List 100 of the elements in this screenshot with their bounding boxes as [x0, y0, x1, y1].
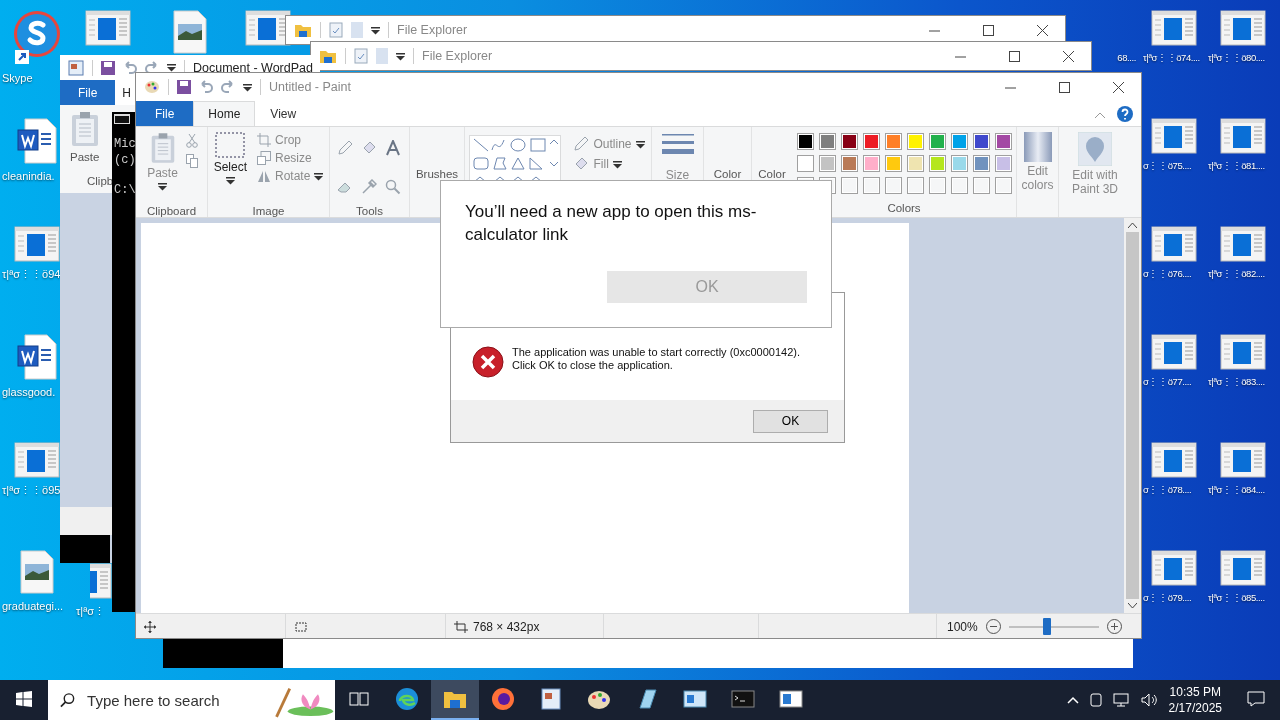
zoom-in-icon[interactable] [1106, 619, 1122, 634]
document-icon[interactable] [1151, 10, 1197, 46]
document-icon[interactable] [1151, 334, 1197, 370]
word-document-icon[interactable] [17, 334, 57, 380]
word-document-icon[interactable] [17, 118, 57, 164]
color-swatch[interactable] [928, 133, 946, 150]
color-1-button[interactable]: Color [713, 168, 742, 180]
desktop-icon-label[interactable]: σ⋮⋮ö78.... [1143, 484, 1192, 495]
desktop-icon-label[interactable]: τ|ªσ⋮⋮ö85.... [1208, 592, 1265, 603]
dropdown-caret-icon[interactable] [314, 171, 324, 181]
skype-icon[interactable] [13, 10, 61, 66]
color-swatch[interactable] [994, 155, 1012, 172]
color-swatch[interactable] [796, 133, 814, 150]
empty-swatch[interactable] [928, 177, 946, 194]
desktop-icon-label[interactable]: τ|ªσ⋮⋮ö84.... [1208, 484, 1265, 495]
document-icon[interactable] [1151, 118, 1197, 154]
document-icon[interactable] [1220, 442, 1266, 478]
notepad-icon[interactable] [636, 688, 658, 710]
document-icon[interactable] [1220, 118, 1266, 154]
save-icon[interactable] [177, 80, 191, 94]
document-icon[interactable] [1220, 334, 1266, 370]
desktop-icon-label[interactable]: τ|ªσ⋮⋮ö80.... [1208, 52, 1265, 63]
color-swatch[interactable] [818, 133, 836, 150]
empty-swatch[interactable] [994, 177, 1012, 194]
image-file-icon[interactable] [20, 550, 54, 594]
document-icon[interactable] [14, 226, 60, 262]
color-swatch[interactable] [928, 155, 946, 172]
dropdown-caret-icon[interactable] [167, 63, 176, 72]
desktop-icon-label[interactable]: σ⋮⋮ö76.... [1143, 268, 1192, 279]
color-2-button[interactable]: Color [758, 168, 786, 180]
chevron-up-icon[interactable] [1066, 696, 1079, 704]
empty-swatch[interactable] [840, 177, 858, 194]
zoom-out-icon[interactable] [985, 619, 1001, 634]
scroll-down-icon[interactable] [1128, 603, 1137, 609]
check-document-icon[interactable] [354, 48, 368, 64]
firefox-icon[interactable] [491, 687, 515, 711]
help-icon[interactable] [1117, 106, 1133, 122]
document-icon[interactable] [245, 10, 291, 46]
desktop-icon-label[interactable]: τ|ªσ⋮⋮ö74.... [1143, 52, 1200, 63]
paste-button[interactable]: Paste [70, 151, 100, 163]
desktop-icon-label[interactable]: σ⋮⋮ö77.... [1143, 376, 1192, 387]
desktop-icon-label[interactable]: σ⋮⋮ö79.... [1143, 592, 1192, 603]
color-picker-icon[interactable] [360, 178, 377, 195]
color-swatch[interactable] [950, 155, 968, 172]
file-tab[interactable]: File [136, 101, 194, 126]
copy-icon[interactable] [185, 154, 198, 168]
ribbon-tab[interactable]: Home [193, 101, 256, 126]
ok-button[interactable]: OK [753, 409, 828, 433]
document-icon[interactable] [1151, 226, 1197, 262]
color-swatch[interactable] [862, 155, 880, 172]
pencil-icon[interactable] [573, 136, 590, 152]
magnifier-icon[interactable] [384, 178, 401, 195]
check-document-icon[interactable] [329, 22, 343, 38]
folder-icon[interactable] [294, 22, 312, 38]
document-icon[interactable] [1220, 550, 1266, 586]
color-swatch[interactable] [972, 133, 990, 150]
fill-bucket-icon[interactable] [573, 156, 590, 172]
search-field[interactable]: Type here to search [85, 690, 260, 710]
dropdown-caret-icon[interactable] [158, 182, 167, 191]
color-swatch[interactable] [840, 133, 858, 150]
ribbon-tab[interactable]: File [60, 80, 116, 105]
clock-date[interactable]: 2/17/2025 [1168, 700, 1222, 716]
document-icon[interactable] [14, 442, 60, 478]
empty-swatch[interactable] [862, 177, 880, 194]
collapse-ribbon-icon[interactable] [1095, 112, 1105, 118]
speaker-icon[interactable] [1140, 692, 1159, 708]
color-swatch[interactable] [972, 155, 990, 172]
palette-icon[interactable] [587, 688, 611, 710]
command-prompt-icon[interactable] [731, 689, 755, 709]
color-swatch[interactable] [862, 133, 880, 150]
document-icon[interactable] [1220, 226, 1266, 262]
empty-swatch[interactable] [906, 177, 924, 194]
brushes-button[interactable]: Brushes [415, 168, 459, 180]
edge-browser-icon[interactable] [395, 687, 419, 711]
desktop-icon-label[interactable]: τ|ªσ⋮⋮ö81.... [1208, 160, 1265, 171]
dropdown-caret-icon[interactable] [635, 139, 645, 149]
desktop-icon-label[interactable]: τ|ªσ⋮⋮ö83.... [1208, 376, 1265, 387]
pencil-icon[interactable] [336, 140, 353, 156]
device-icon[interactable] [1088, 692, 1103, 708]
document-icon[interactable] [90, 563, 112, 599]
color-swatch[interactable] [994, 133, 1012, 150]
desktop-icon-label[interactable]: 68.... [1117, 52, 1136, 63]
undo-icon[interactable] [199, 80, 213, 94]
dropdown-caret-icon[interactable] [225, 176, 235, 185]
clock-time[interactable]: 10:35 PM [1169, 684, 1221, 700]
color-swatch[interactable] [950, 133, 968, 150]
folder-icon[interactable] [443, 689, 467, 709]
empty-swatch[interactable] [950, 177, 968, 194]
search-box[interactable]: Type here to search [48, 680, 335, 720]
text-tool-icon[interactable] [384, 140, 401, 156]
color-swatch[interactable] [884, 133, 902, 150]
desktop-icon-label[interactable]: σ⋮⋮ö75.... [1143, 160, 1192, 171]
desktop-icon-label[interactable]: τ|ªσ⋮⋮ö82.... [1208, 268, 1265, 279]
save-icon[interactable] [101, 60, 115, 75]
control-panel-icon[interactable] [683, 689, 707, 709]
empty-swatch[interactable] [884, 177, 902, 194]
dropdown-caret-icon[interactable] [396, 51, 405, 61]
task-view-icon[interactable] [349, 690, 369, 708]
dropdown-caret-icon[interactable] [243, 82, 252, 92]
image-file-icon[interactable] [173, 10, 207, 54]
